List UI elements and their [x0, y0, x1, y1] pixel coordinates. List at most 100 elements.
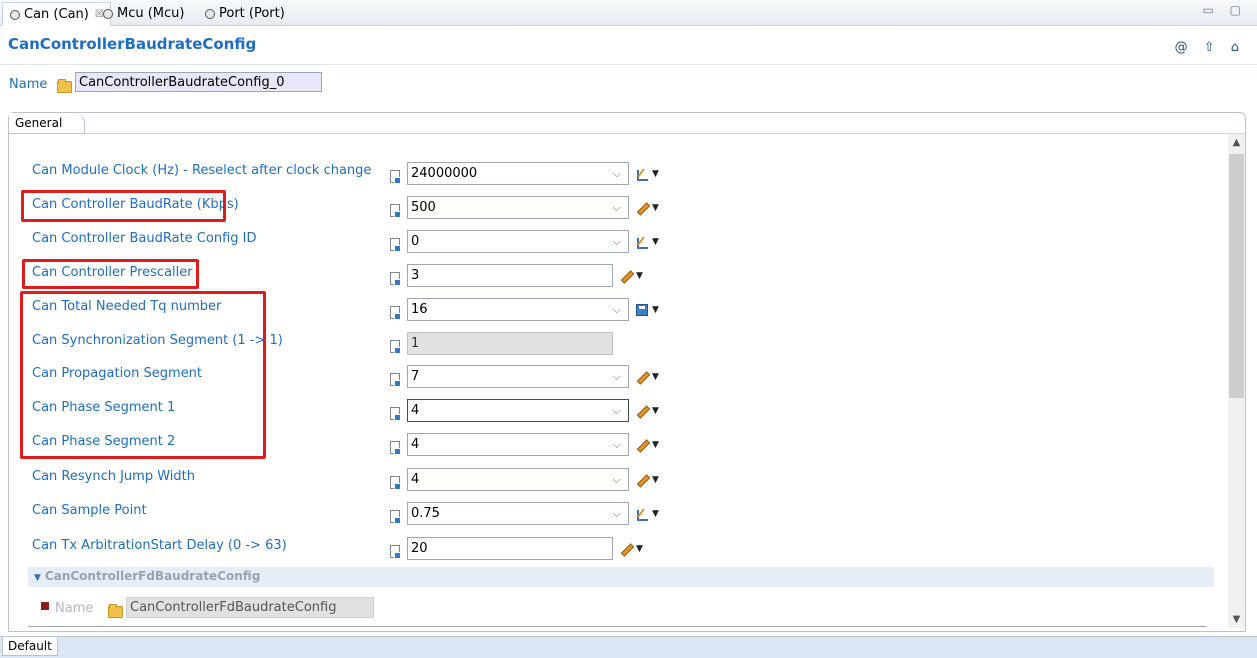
header-icons[interactable]: @ ⇧ ⌂ [1175, 40, 1245, 55]
dropdown-arrow-icon[interactable]: ▼ [652, 237, 659, 247]
param-combo[interactable]: 7 ⌵ [407, 365, 629, 388]
divider [28, 626, 1206, 627]
param-value: 4 [411, 437, 420, 452]
param-value: 20 [411, 541, 428, 556]
pencil-icon[interactable] [636, 202, 648, 214]
error-marker-icon [41, 602, 49, 610]
dropdown-arrow-icon[interactable]: ▼ [652, 203, 659, 213]
chevron-down-icon[interactable]: ⌵ [613, 507, 625, 521]
param-value: 4 [411, 403, 420, 418]
chevron-down-icon[interactable]: ⌵ [613, 201, 625, 215]
param-label: Can Controller BaudRate (Kbps) [32, 197, 239, 212]
dropdown-arrow-icon[interactable]: ▼ [652, 509, 659, 519]
chevron-down-icon[interactable]: ⌵ [613, 404, 625, 418]
module-icon [204, 8, 215, 19]
calculate-icon[interactable] [636, 236, 648, 249]
param-combo[interactable]: 4 ⌵ [407, 399, 629, 422]
param-input: 1 [407, 332, 613, 355]
param-label: Can Controller BaudRate Config ID [32, 231, 257, 246]
collapse-triangle-icon[interactable]: ▼ [34, 573, 41, 583]
pencil-icon[interactable] [636, 439, 648, 451]
param-action[interactable]: ▼ [636, 403, 659, 417]
param-value: 0.75 [411, 506, 440, 521]
param-info-icon [390, 306, 401, 320]
tab-port-label: Port (Port) [219, 6, 285, 21]
pencil-icon[interactable] [620, 543, 632, 555]
calculate-icon[interactable] [636, 168, 648, 181]
name-input[interactable]: CanControllerBaudrateConfig_0 [75, 72, 322, 92]
vertical-scrollbar[interactable]: ▲ ▼ [1228, 134, 1245, 628]
param-value: 0 [411, 234, 420, 249]
tab-general[interactable]: General [9, 113, 85, 134]
dropdown-arrow-icon[interactable]: ▼ [636, 271, 643, 281]
minimize-maximize-buttons[interactable]: ▭ ▢ [1203, 3, 1248, 17]
param-combo[interactable]: 16 ⌵ [407, 298, 629, 321]
param-value: 24000000 [411, 166, 478, 181]
scroll-thumb[interactable] [1229, 154, 1244, 398]
param-value: 3 [411, 268, 420, 283]
param-action[interactable]: ▼ [636, 472, 659, 486]
tab-port[interactable]: Port (Port) [198, 2, 291, 25]
dropdown-arrow-icon[interactable]: ▼ [652, 305, 659, 315]
chevron-down-icon[interactable]: ⌵ [613, 370, 625, 384]
dropdown-arrow-icon[interactable]: ▼ [652, 372, 659, 382]
param-value: 7 [411, 369, 420, 384]
scroll-up-icon[interactable]: ▲ [1228, 134, 1245, 151]
pencil-icon[interactable] [636, 474, 648, 486]
tab-can[interactable]: Can (Can) ☒ [2, 2, 111, 26]
param-action[interactable]: ▼ [636, 234, 659, 249]
dropdown-arrow-icon[interactable]: ▼ [652, 475, 659, 485]
param-value: 500 [411, 200, 436, 215]
param-action[interactable]: ▼ [636, 200, 659, 214]
param-label: Can Resynch Jump Width [32, 469, 195, 484]
param-combo[interactable]: 4 ⌵ [407, 468, 629, 491]
pencil-icon[interactable] [636, 371, 648, 383]
param-info-icon [390, 340, 401, 354]
param-combo[interactable]: 0.75 ⌵ [407, 502, 629, 525]
param-label: Can Module Clock (Hz) - Reselect after c… [32, 163, 372, 178]
pencil-icon[interactable] [620, 270, 632, 282]
param-label: Can Phase Segment 2 [32, 434, 176, 449]
chevron-down-icon[interactable]: ⌵ [613, 303, 625, 317]
param-info-icon [390, 545, 401, 559]
dropdown-arrow-icon[interactable]: ▼ [652, 169, 659, 179]
calculate-icon[interactable] [636, 508, 648, 521]
param-action[interactable]: ▼ [636, 302, 659, 316]
chevron-down-icon[interactable]: ⌵ [613, 438, 625, 452]
sub-name-input[interactable]: CanControllerFdBaudrateConfig [126, 597, 374, 618]
param-info-icon [390, 441, 401, 455]
save-icon[interactable] [636, 303, 648, 316]
param-action[interactable]: ▼ [620, 268, 643, 282]
scroll-down-icon[interactable]: ▼ [1228, 611, 1245, 628]
param-combo[interactable]: 500 ⌵ [407, 196, 629, 219]
dropdown-arrow-icon[interactable]: ▼ [636, 544, 643, 554]
param-label: Can Phase Segment 1 [32, 400, 176, 415]
tab-mcu[interactable]: Mcu (Mcu) [96, 2, 190, 25]
chevron-down-icon[interactable]: ⌵ [613, 235, 625, 249]
param-action[interactable]: ▼ [620, 541, 643, 555]
pencil-icon[interactable] [636, 405, 648, 417]
dropdown-arrow-icon[interactable]: ▼ [652, 440, 659, 450]
fd-baudrate-section-header[interactable]: ▼ CanControllerFdBaudrateConfig [28, 567, 1214, 587]
module-icon [9, 9, 20, 20]
param-input[interactable]: 3 [407, 264, 613, 287]
dropdown-arrow-icon[interactable]: ▼ [652, 406, 659, 416]
tab-default[interactable]: Default [2, 637, 58, 656]
param-label: Can Propagation Segment [32, 366, 203, 381]
param-action[interactable]: ▼ [636, 166, 659, 181]
folder-icon [57, 79, 72, 93]
chevron-down-icon[interactable]: ⌵ [613, 473, 625, 487]
param-combo[interactable]: 4 ⌵ [407, 433, 629, 456]
param-action[interactable]: ▼ [636, 437, 659, 451]
param-combo[interactable]: 24000000 ⌵ [407, 162, 629, 185]
divider [0, 64, 1257, 65]
param-action[interactable]: ▼ [636, 506, 659, 521]
module-icon [102, 8, 113, 19]
name-label: Name [9, 77, 48, 92]
param-action[interactable]: ▼ [636, 369, 659, 383]
param-input[interactable]: 20 [407, 537, 613, 560]
chevron-down-icon[interactable]: ⌵ [613, 167, 625, 181]
folder-icon [108, 604, 123, 618]
param-combo[interactable]: 0 ⌵ [407, 230, 629, 253]
tab-can-label: Can (Can) [24, 7, 89, 22]
